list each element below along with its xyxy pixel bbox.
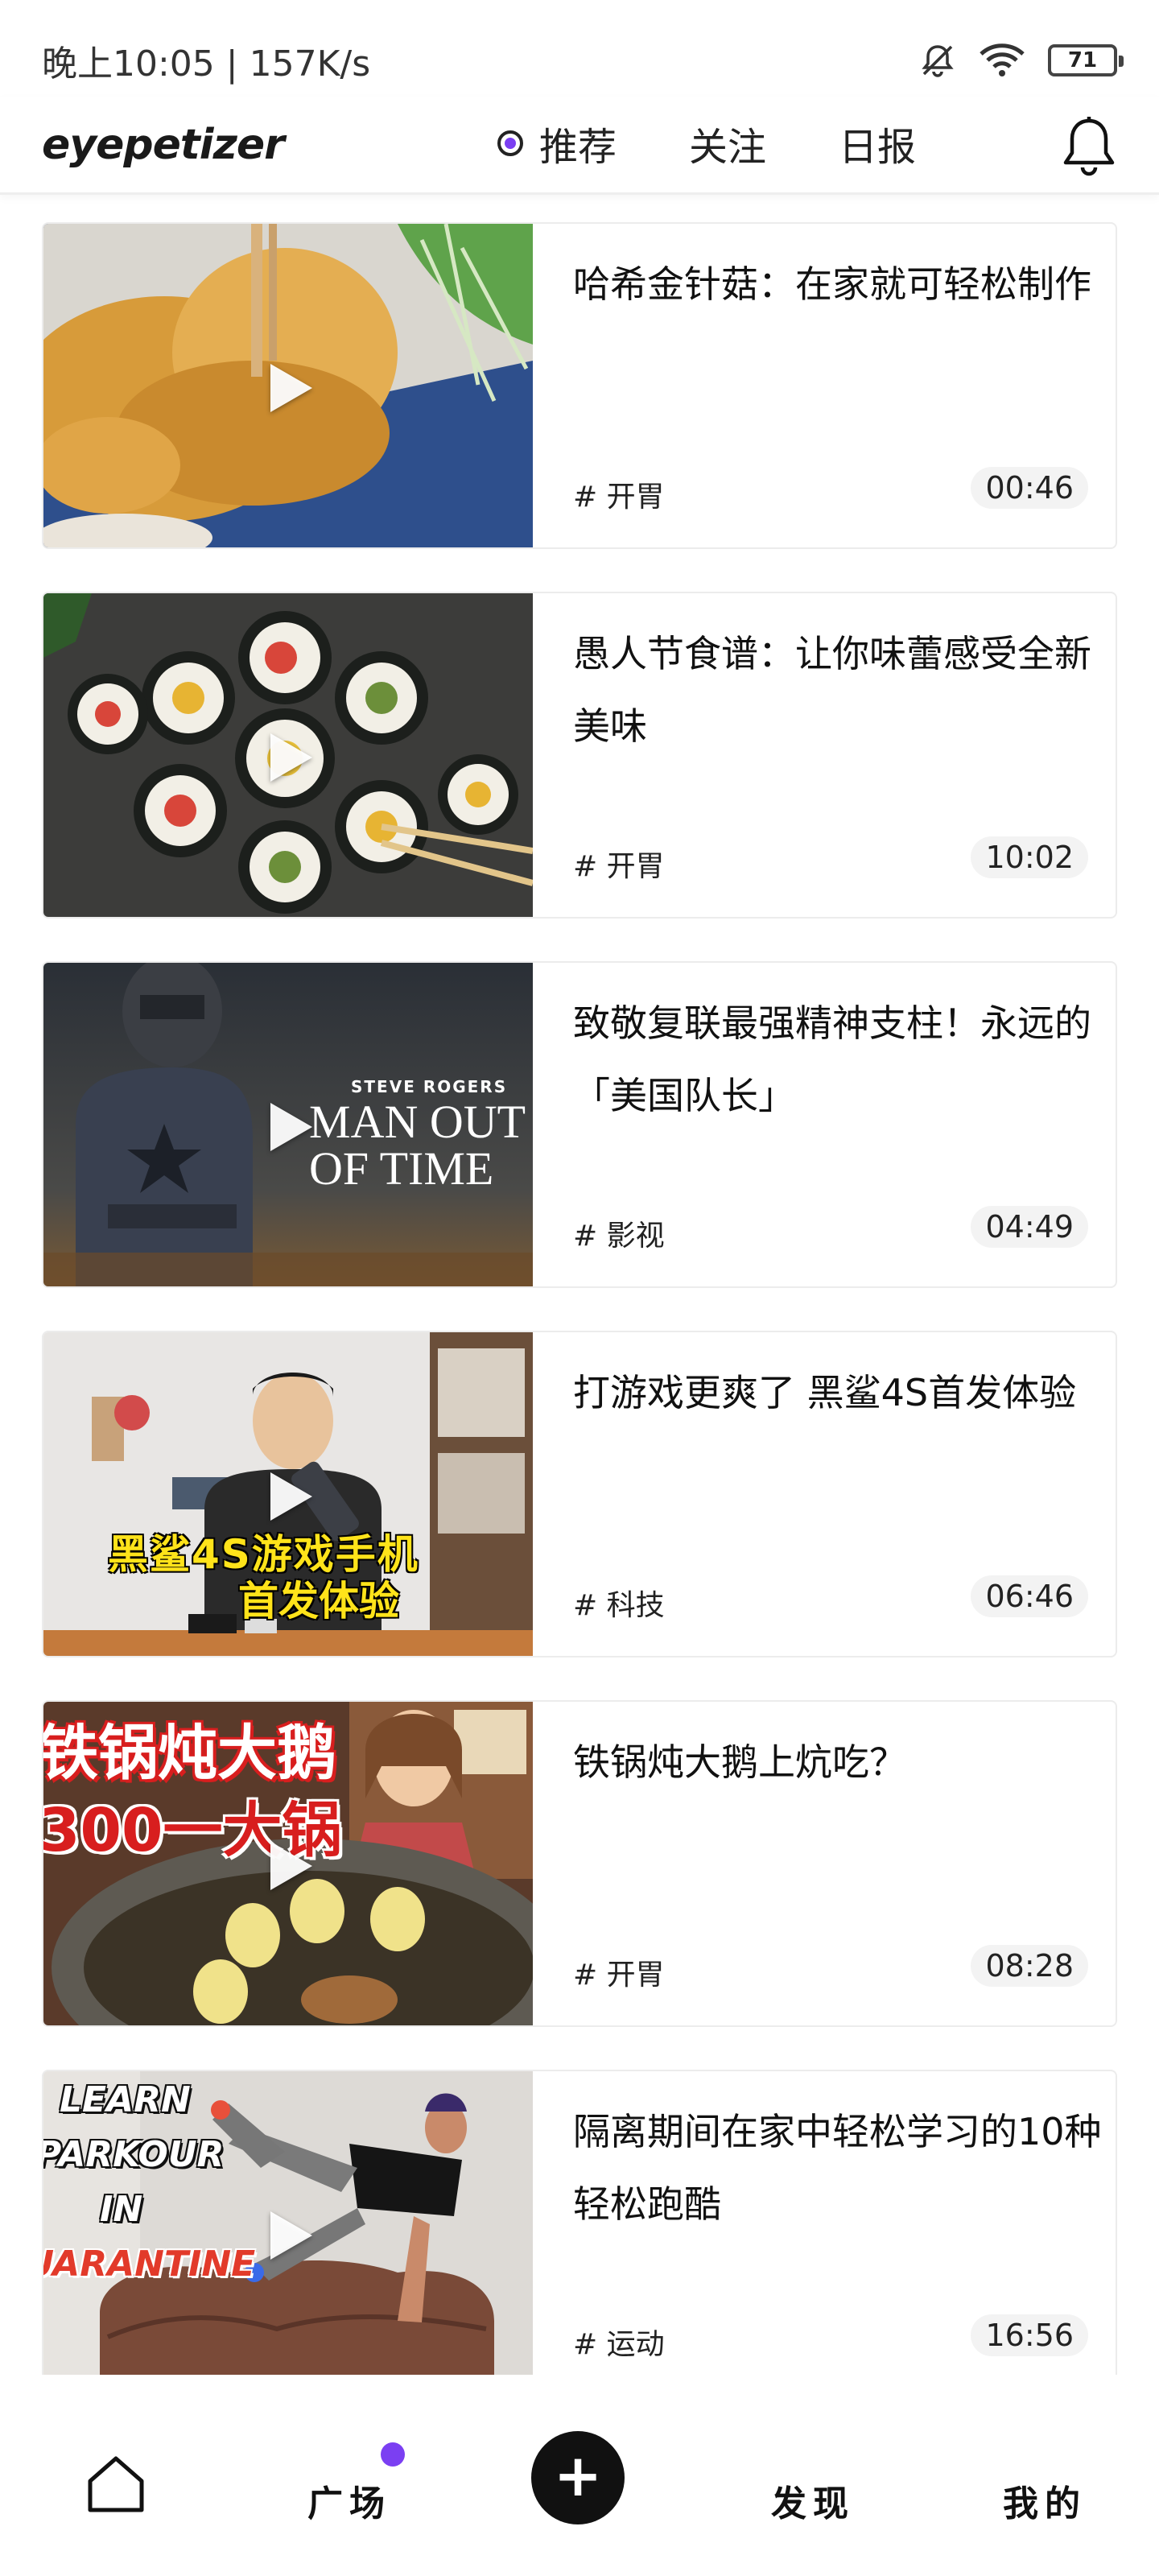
tab-follow-label: 关注 [689,125,767,170]
play-icon [270,2211,312,2260]
video-duration: 10:02 [971,836,1088,878]
video-tag[interactable]: # 科技 [573,1582,665,1624]
video-title[interactable]: 哈希金针菇：在家就可轻松制作 [573,248,1104,320]
nav-square[interactable]: 广场 [307,2475,391,2526]
video-tag[interactable]: # 开胃 [573,843,665,885]
tab-recommend[interactable]: 推荐 [497,115,617,171]
video-duration: 08:28 [971,1945,1088,1987]
tab-follow[interactable]: 关注 [689,115,766,171]
video-thumbnail[interactable]: LEARN PARKOUR IN QUARANTINE [43,2071,533,2395]
top-tabs: 推荐 关注 日报 [497,103,988,184]
video-title[interactable]: 隔离期间在家中轻松学习的10种轻松跑酷 [573,2095,1104,2240]
app-logo: eyepetizer [42,120,285,169]
video-thumbnail[interactable]: 铁锅炖大鹅 300一大锅 [43,1702,533,2025]
video-card[interactable]: 黑鲨4S游戏手机 首发体验 打游戏更爽了 黑鲨4S首发体验 # 科技 06:46 [42,1331,1117,1657]
video-title[interactable]: 打游戏更爽了 黑鲨4S首发体验 [573,1356,1104,1429]
thumb-caption: LEARN [60,2079,191,2120]
video-thumbnail[interactable] [43,593,533,917]
active-tab-indicator-icon [497,130,523,156]
video-title[interactable]: 愚人节食谱：让你味蕾感受全新美味 [573,617,1104,762]
status-icons: 71 [919,42,1124,79]
tab-daily-label: 日报 [839,125,917,170]
bottom-nav: 广场 + 发现 我的 [0,2375,1159,2576]
status-time-speed: 晚上10:05 | 157K/s [42,43,371,85]
home-icon[interactable] [85,2454,146,2515]
nav-mine[interactable]: 我的 [1003,2475,1087,2526]
video-title[interactable]: 铁锅炖大鹅上炕吃？ [573,1726,1104,1798]
video-tag[interactable]: # 影视 [573,1212,665,1254]
nav-discover[interactable]: 发现 [771,2475,855,2526]
video-card[interactable]: 铁锅炖大鹅 300一大锅 铁锅炖大鹅上炕吃？ # 开胃 08:28 [42,1700,1117,2027]
mute-bell-icon [922,45,954,77]
video-duration: 16:56 [971,2314,1088,2356]
video-tag[interactable]: # 开胃 [573,473,665,515]
video-duration: 00:46 [971,467,1088,509]
play-icon [270,733,312,782]
thumb-caption-large: MAN OUT [309,1096,526,1148]
video-card[interactable]: LEARN PARKOUR IN QUARANTINE 隔离期间在家中轻松学习的… [42,2070,1117,2396]
plus-icon: + [553,2442,603,2509]
video-duration: 06:46 [971,1575,1088,1617]
thumb-caption: 铁锅炖大鹅 [43,1705,336,1791]
video-card[interactable]: STEVE ROGERS MAN OUT OF TIME 致敬复联最强精神支柱！… [42,961,1117,1288]
wifi-icon [980,43,1025,76]
video-tag[interactable]: # 开胃 [573,1951,665,1993]
video-thumbnail[interactable]: 黑鲨4S游戏手机 首发体验 [43,1332,533,1656]
tab-recommend-label: 推荐 [539,125,617,170]
video-thumbnail[interactable] [43,224,533,547]
video-duration: 04:49 [971,1206,1088,1248]
video-thumbnail[interactable]: STEVE ROGERS MAN OUT OF TIME [43,963,533,1286]
tab-daily[interactable]: 日报 [839,115,916,171]
video-tag[interactable]: # 运动 [573,2321,665,2363]
publish-button[interactable]: + [531,2431,625,2524]
play-icon [270,1103,312,1151]
thumb-caption: PARKOUR [43,2134,225,2175]
video-card[interactable]: 哈希金针菇：在家就可轻松制作 # 开胃 00:46 [42,222,1117,549]
thumb-caption: 首发体验 [238,1578,399,1624]
battery-icon: 71 [1048,44,1124,76]
play-icon [270,1472,312,1521]
thumb-caption: QUARANTINE [43,2244,256,2285]
thumb-caption-small: STEVE ROGERS [351,1077,508,1096]
thumb-caption: IN [100,2189,143,2230]
notification-bell-icon[interactable] [1061,116,1117,177]
status-bar: 晚上10:05 | 157K/s 71 [0,0,1159,97]
video-card[interactable]: 愚人节食谱：让你味蕾感受全新美味 # 开胃 10:02 [42,592,1117,919]
thumb-caption-large: OF TIME [309,1142,494,1195]
play-icon [270,364,312,412]
video-title[interactable]: 致敬复联最强精神支柱！永远的「美国队长」 [573,987,1104,1132]
unread-dot-icon [381,2442,405,2467]
app-header: eyepetizer 推荐 关注 日报 [0,97,1159,195]
battery-level: 71 [1067,48,1098,72]
play-icon [270,1842,312,1890]
